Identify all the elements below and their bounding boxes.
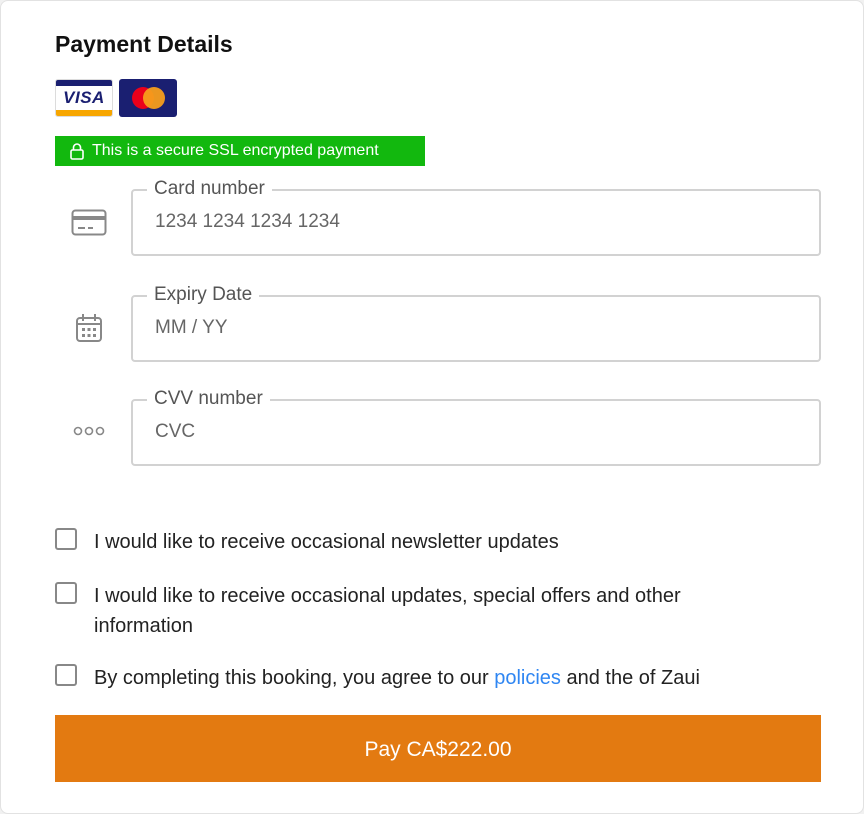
terms-label-after: and the of Zaui (560, 667, 700, 689)
terms-checkbox[interactable] (55, 664, 77, 686)
mastercard-yellow-circle (143, 87, 165, 109)
card-number-placeholder: 1234 1234 1234 1234 (155, 211, 340, 232)
expiry-date-placeholder: MM / YY (155, 317, 228, 338)
visa-band-top (56, 80, 112, 86)
offers-label: I would like to receive occasional updat… (94, 581, 794, 641)
visa-logo-text: VISA (63, 88, 105, 107)
credit-card-icon (71, 209, 107, 236)
secure-badge-text: This is a secure SSL encrypted payment (92, 142, 379, 159)
offers-label-line1: I would like to receive occasional updat… (94, 585, 681, 607)
newsletter-label: I would like to receive occasional newsl… (94, 531, 559, 553)
policies-link[interactable]: policies (494, 667, 561, 689)
page-title: Payment Details (55, 31, 233, 57)
cvv-label: CVV number (147, 388, 270, 410)
visa-band-bottom (56, 110, 112, 116)
card-number-field[interactable]: Card number 1234 1234 1234 1234 (131, 178, 821, 256)
lock-icon (70, 143, 84, 160)
offers-checkbox[interactable] (55, 582, 77, 604)
card-number-label: Card number (147, 178, 272, 200)
terms-label-before: By completing this booking, you agree to… (94, 667, 495, 689)
visa-logo: VISA (55, 79, 113, 117)
expiry-date-label: Expiry Date (147, 284, 260, 306)
dots-icon (73, 426, 105, 436)
mastercard-logo (119, 79, 177, 117)
secure-badge: This is a secure SSL encrypted payment (55, 136, 425, 166)
newsletter-checkbox[interactable] (55, 528, 77, 550)
offers-label-line2: information (94, 615, 193, 637)
cvv-placeholder: CVC (155, 421, 196, 442)
cvv-field[interactable]: CVV number CVC (131, 388, 821, 466)
terms-label: By completing this booking, you agree to… (94, 663, 794, 693)
payment-card: Payment Details VISA This is a secure SS… (0, 0, 864, 814)
calendar-icon (76, 314, 102, 342)
pay-button[interactable]: Pay CA$222.00 (55, 715, 821, 782)
expiry-date-field[interactable]: Expiry Date MM / YY (131, 284, 821, 362)
